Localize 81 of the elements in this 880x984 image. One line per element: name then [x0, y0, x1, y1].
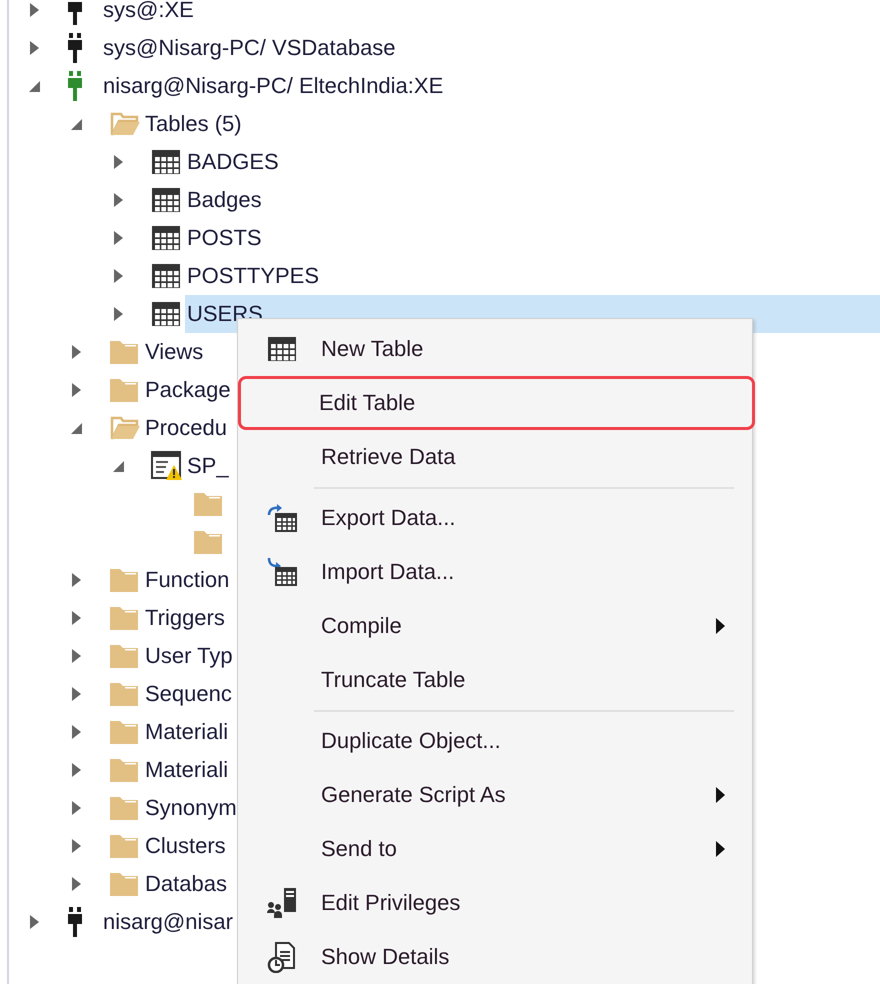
expand-arrow-icon[interactable]: [30, 41, 38, 55]
open-folder-icon: [109, 111, 141, 137]
expand-arrow-icon[interactable]: [30, 915, 38, 929]
table-icon: [151, 301, 181, 327]
expand-arrow-icon[interactable]: [114, 155, 122, 169]
procedure-warning-icon: [151, 451, 183, 481]
folder-icon: [109, 871, 139, 897]
menu-item[interactable]: Generate Script As: [240, 768, 750, 822]
folder-icon: [109, 719, 139, 745]
menu-item[interactable]: Export Data...: [240, 491, 750, 545]
tree-item[interactable]: Materiali: [143, 713, 234, 751]
menu-item[interactable]: Send to: [240, 822, 750, 876]
expand-arrow-icon[interactable]: [30, 3, 38, 17]
expand-arrow-icon[interactable]: [114, 307, 122, 321]
expand-arrow-icon[interactable]: [72, 573, 80, 587]
expand-arrow-icon[interactable]: [72, 801, 80, 815]
menu-item[interactable]: Duplicate Object...: [240, 714, 750, 768]
expand-arrow-icon[interactable]: [72, 611, 80, 625]
menu-item[interactable]: Edit Table: [238, 376, 755, 430]
expand-arrow-icon[interactable]: [72, 345, 80, 359]
tree-item[interactable]: Views: [143, 333, 210, 371]
folder-icon: [193, 529, 223, 555]
folder-icon: [109, 339, 139, 365]
tree-item[interactable]: User Typ: [143, 637, 239, 675]
tree-item[interactable]: POSTS: [185, 219, 268, 257]
folder-icon: [109, 377, 139, 403]
folder-icon: [109, 681, 139, 707]
menu-item[interactable]: Edit Privileges: [240, 876, 750, 930]
tree-item[interactable]: BADGES: [185, 143, 285, 181]
collapse-arrow-icon[interactable]: [28, 80, 40, 92]
folder-icon: [109, 833, 139, 859]
expand-arrow-icon[interactable]: [114, 231, 122, 245]
tree-item[interactable]: Databas: [143, 865, 233, 903]
users-server-icon: [266, 887, 298, 919]
expand-arrow-icon[interactable]: [72, 763, 80, 777]
table-arrow-icon: [266, 557, 298, 587]
collapse-arrow-icon[interactable]: [70, 118, 82, 130]
tree-item[interactable]: Materiali: [143, 751, 234, 789]
table-icon: [267, 336, 297, 362]
tree-item[interactable]: sys@Nisarg-PC/ VSDatabase: [101, 29, 402, 67]
menu-item[interactable]: Show Details: [240, 930, 750, 984]
tree-item[interactable]: sys@:XE: [101, 0, 200, 29]
table-arrow-icon: [266, 503, 298, 533]
menu-item[interactable]: Truncate Table: [240, 653, 750, 707]
collapse-arrow-icon[interactable]: [112, 460, 124, 472]
table-icon: [151, 149, 181, 175]
folder-icon: [109, 567, 139, 593]
tree-item[interactable]: Badges: [185, 181, 268, 219]
tree-item[interactable]: Clusters: [143, 827, 232, 865]
folder-icon: [109, 757, 139, 783]
folder-icon: [109, 795, 139, 821]
tree-item[interactable]: Triggers: [143, 599, 231, 637]
menu-item[interactable]: Retrieve Data: [240, 430, 750, 484]
tree-item[interactable]: SP_: [185, 447, 235, 485]
table-icon: [151, 263, 181, 289]
expand-arrow-icon[interactable]: [114, 269, 122, 283]
collapse-arrow-icon[interactable]: [70, 422, 82, 434]
tree-item[interactable]: Function: [143, 561, 236, 599]
expand-arrow-icon[interactable]: [72, 839, 80, 853]
expand-arrow-icon[interactable]: [114, 193, 122, 207]
tree-item[interactable]: Package: [143, 371, 237, 409]
tree-item[interactable]: nisarg@Nisarg-PC/ EltechIndia:XE: [101, 67, 450, 105]
expand-arrow-icon[interactable]: [72, 877, 80, 891]
document-clock-icon: [266, 941, 298, 973]
folder-icon: [109, 605, 139, 631]
menu-item[interactable]: Import Data...: [240, 545, 750, 599]
folder-icon: [109, 643, 139, 669]
folder-icon: [193, 491, 223, 517]
tree-item[interactable]: nisarg@nisar: [101, 903, 239, 941]
menu-item[interactable]: Compile: [240, 599, 750, 653]
tree-item[interactable]: Procedu: [143, 409, 233, 447]
expand-arrow-icon[interactable]: [72, 383, 80, 397]
tree-item[interactable]: POSTTYPES: [185, 257, 326, 295]
expand-arrow-icon[interactable]: [72, 649, 80, 663]
tree-item[interactable]: Sequenc: [143, 675, 238, 713]
tree-item[interactable]: Tables (5): [143, 105, 248, 143]
expand-arrow-icon[interactable]: [72, 687, 80, 701]
table-icon: [151, 187, 181, 213]
expand-arrow-icon[interactable]: [72, 725, 80, 739]
table-icon: [151, 225, 181, 251]
open-folder-icon: [109, 415, 141, 441]
